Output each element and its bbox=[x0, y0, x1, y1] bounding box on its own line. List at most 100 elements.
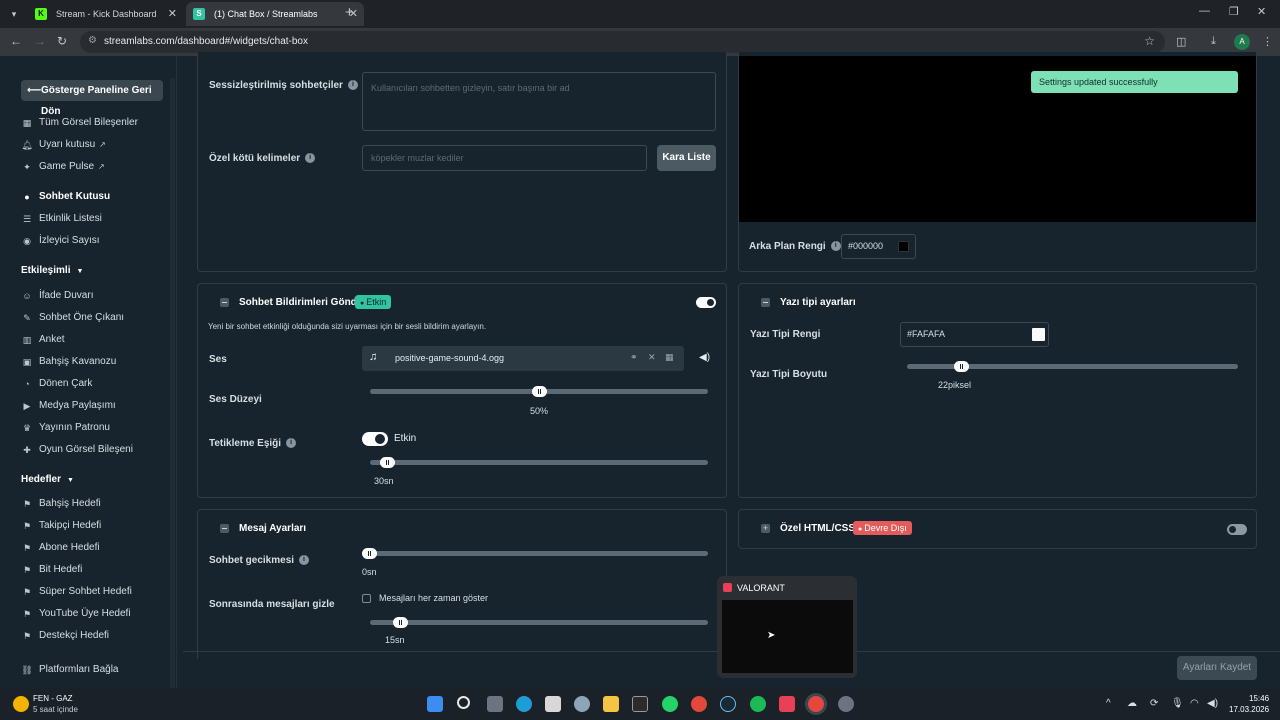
engagement-heading[interactable]: Etkileşimli ▼ bbox=[21, 265, 83, 276]
sidebar-item-event-list[interactable]: ☰ Etkinlik Listesi bbox=[21, 211, 102, 227]
profile-avatar[interactable]: A bbox=[1234, 34, 1250, 50]
tab-streamlabs-chat-box[interactable]: S (1) Chat Box / Streamlabs ✕ bbox=[186, 2, 364, 26]
spotify-icon[interactable] bbox=[750, 696, 766, 712]
threshold-slider[interactable] bbox=[370, 457, 708, 468]
slider-knob[interactable] bbox=[380, 457, 395, 468]
custom-html-toggle[interactable] bbox=[1227, 524, 1247, 535]
threshold-toggle[interactable] bbox=[362, 432, 388, 446]
slider-knob[interactable] bbox=[532, 386, 547, 397]
tab-kick-dashboard[interactable]: K Stream - Kick Dashboard ✕ bbox=[28, 2, 183, 26]
info-icon[interactable]: i bbox=[299, 555, 310, 566]
collapse-icon[interactable] bbox=[761, 298, 770, 307]
collapse-icon[interactable] bbox=[220, 524, 229, 533]
font-color-swatch[interactable] bbox=[1032, 328, 1045, 341]
sidebar-item-tip-jar[interactable]: ▣ Bahşiş Kavanozu bbox=[21, 354, 117, 370]
sidebar-item-spin-wheel[interactable]: ◔ Dönen Çark bbox=[21, 376, 92, 392]
blacklist-button[interactable]: Kara Liste bbox=[657, 145, 716, 171]
sidebar-item-game-pulse[interactable]: ✦ Game Pulse ↗ bbox=[21, 159, 105, 175]
info-icon[interactable]: i bbox=[286, 438, 297, 449]
weather-icon[interactable] bbox=[13, 696, 29, 712]
gallery-icon[interactable]: ▦ bbox=[665, 352, 674, 363]
tray-overflow-icon[interactable]: ^ bbox=[1106, 698, 1111, 709]
save-settings-button[interactable]: Ayarları Kaydet bbox=[1177, 656, 1257, 680]
app-icon[interactable] bbox=[838, 696, 854, 712]
info-icon[interactable]: i bbox=[305, 153, 316, 164]
chrome-active-icon[interactable] bbox=[808, 696, 824, 712]
site-info-icon[interactable]: ⚙ bbox=[88, 35, 97, 46]
info-icon[interactable]: i bbox=[830, 241, 841, 252]
store-icon[interactable] bbox=[545, 696, 561, 712]
back-to-dashboard-button[interactable]: ⟵ Gösterge Paneline Geri Dön bbox=[21, 80, 163, 117]
sidebar-item-chat-highlight[interactable]: ✎ Sohbet Öne Çıkanı bbox=[21, 310, 124, 326]
window-close-icon[interactable]: ✕ bbox=[1257, 5, 1266, 18]
tray-app-icon[interactable]: ☁ bbox=[1127, 698, 1137, 709]
minimize-icon[interactable]: — bbox=[1199, 5, 1210, 17]
sidebar-item-sub-goal[interactable]: ⚑ Abone Hedefi bbox=[21, 540, 100, 556]
always-show-checkbox[interactable] bbox=[362, 594, 371, 603]
back-icon[interactable]: ← bbox=[10, 34, 22, 48]
sidebar-item-follower-goal[interactable]: ⚑ Takipçi Hedefi bbox=[21, 518, 101, 534]
volume-slider[interactable] bbox=[370, 386, 708, 397]
sidebar-item-youtube-member-goal[interactable]: ⚑ YouTube Üye Hedefi bbox=[21, 606, 131, 622]
whatsapp-icon[interactable] bbox=[662, 696, 678, 712]
address-bar[interactable]: ⚙ streamlabs.com/dashboard#/widgets/chat… bbox=[80, 31, 1165, 53]
sidebar-item-superchat-goal[interactable]: ⚑ Süper Sohbet Hedefi bbox=[21, 584, 132, 600]
sidebar-item-bit-goal[interactable]: ⚑ Bit Hedefi bbox=[21, 562, 82, 578]
font-color-input[interactable]: #FAFAFA bbox=[900, 322, 1049, 347]
font-size-slider[interactable] bbox=[907, 361, 1238, 372]
file-explorer-icon[interactable] bbox=[603, 696, 619, 712]
valorant-thumbnail-popup[interactable]: VALORANT ➤ bbox=[717, 576, 857, 678]
sidebar-item-poll[interactable]: ▥ Anket bbox=[21, 332, 65, 348]
muted-chatters-textarea[interactable]: Kullanıcıları sohbetten gizleyin, satır … bbox=[362, 72, 716, 131]
bookmark-star-icon[interactable]: ☆ bbox=[1144, 34, 1155, 48]
start-menu-icon[interactable] bbox=[427, 696, 443, 712]
browser-menu-icon[interactable]: ⋮ bbox=[1262, 35, 1273, 48]
slider-knob[interactable] bbox=[954, 361, 969, 372]
volume-icon[interactable]: ◀) bbox=[1207, 698, 1218, 709]
sidebar-item-media-share[interactable]: ▶ Medya Paylaşımı bbox=[21, 398, 116, 414]
sidebar-item-stream-boss[interactable]: ♛ Yayının Patronu bbox=[21, 420, 110, 436]
sidebar-item-game-widget[interactable]: ✚ Oyun Görsel Bileşeni bbox=[21, 442, 133, 458]
sidebar-item-connect-platforms[interactable]: ⛓ Platformları Bağla bbox=[21, 662, 118, 678]
bg-color-input[interactable]: #000000 bbox=[841, 234, 916, 259]
sidebar-item-chat-box[interactable]: ● Sohbet Kutusu bbox=[21, 189, 110, 205]
goals-heading[interactable]: Hedefler ▼ bbox=[21, 474, 74, 485]
notifications-toggle[interactable] bbox=[696, 297, 716, 308]
bg-color-swatch[interactable] bbox=[898, 241, 909, 252]
valorant-taskbar-icon[interactable] bbox=[779, 696, 795, 712]
sidebar-item-supporter-goal[interactable]: ⚑ Destekçi Hedefi bbox=[21, 628, 109, 644]
link-icon[interactable]: ⚭ bbox=[630, 352, 638, 363]
close-tab-icon[interactable]: ✕ bbox=[168, 2, 177, 26]
epic-games-icon[interactable] bbox=[632, 696, 648, 712]
sidebar-item-emote-wall[interactable]: ☺ İfade Duvarı bbox=[21, 288, 93, 304]
wifi-icon[interactable]: ◠ bbox=[1190, 698, 1199, 709]
new-tab-icon[interactable]: + bbox=[345, 4, 354, 21]
sidebar-item-all-widgets[interactable]: ▦ Tüm Görsel Bileşenler bbox=[21, 115, 138, 131]
tab-search-icon[interactable]: ▾ bbox=[5, 5, 23, 23]
info-icon[interactable]: i bbox=[347, 80, 358, 91]
tray-sync-icon[interactable]: ⟳ bbox=[1150, 698, 1158, 709]
sidebar-item-viewer-count[interactable]: ◉ İzleyici Sayısı bbox=[21, 233, 100, 249]
download-icon[interactable]: ⤓ bbox=[1211, 35, 1216, 48]
slider-knob[interactable] bbox=[393, 617, 408, 628]
slider-knob[interactable] bbox=[362, 548, 377, 559]
remove-icon[interactable]: ✕ bbox=[648, 352, 656, 363]
sidebar-item-alert-box[interactable]: 🔔︎ Uyarı kutusu ↗ bbox=[21, 137, 106, 153]
chat-delay-slider[interactable] bbox=[362, 548, 708, 559]
reload-icon[interactable]: ↻ bbox=[57, 34, 67, 48]
collapse-icon[interactable] bbox=[220, 298, 229, 307]
extensions-icon[interactable]: ◫ bbox=[1176, 35, 1186, 48]
search-icon[interactable] bbox=[457, 696, 470, 709]
restore-icon[interactable]: ❐ bbox=[1229, 5, 1239, 18]
bad-words-input[interactable]: köpekler muzlar kediler bbox=[362, 145, 647, 171]
play-sound-icon[interactable]: ◀) bbox=[699, 352, 710, 363]
hide-messages-slider[interactable] bbox=[370, 617, 708, 628]
edge-icon[interactable] bbox=[516, 696, 532, 712]
expand-icon[interactable]: + bbox=[761, 524, 770, 533]
steam-icon[interactable] bbox=[720, 696, 736, 712]
sidebar-item-tip-goal[interactable]: ⚑ Bahşiş Hedefi bbox=[21, 496, 101, 512]
settings-icon[interactable] bbox=[574, 696, 590, 712]
forward-icon[interactable]: → bbox=[34, 34, 46, 48]
task-view-icon[interactable] bbox=[487, 696, 503, 712]
sidebar-scrollbar[interactable] bbox=[170, 78, 175, 690]
